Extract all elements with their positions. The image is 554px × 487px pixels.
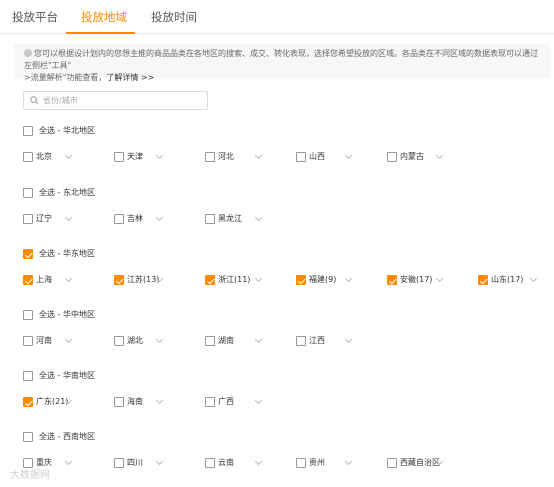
province-checkbox[interactable] bbox=[205, 275, 215, 285]
province-checkbox[interactable] bbox=[114, 214, 124, 224]
province-checkbox[interactable] bbox=[205, 152, 215, 162]
province-label[interactable]: 西藏自治区 bbox=[400, 458, 440, 468]
active-tab-indicator bbox=[66, 32, 135, 34]
province-checkbox[interactable] bbox=[205, 397, 215, 407]
select-all-checkbox[interactable] bbox=[23, 371, 33, 381]
chevron-down-icon[interactable] bbox=[155, 396, 164, 405]
notice-text: 您可以根据设计划内的您想主推的商品品类在各地区的搜索、成交、转化表现，选择您希望… bbox=[24, 49, 538, 70]
watermark: 大数据网 bbox=[10, 470, 50, 481]
province-checkbox[interactable] bbox=[114, 336, 124, 346]
province-checkbox[interactable] bbox=[296, 152, 306, 162]
province-checkbox[interactable] bbox=[296, 336, 306, 346]
province-label[interactable]: 湖北 bbox=[127, 336, 143, 346]
chevron-down-icon[interactable] bbox=[155, 335, 164, 344]
province-label[interactable]: 内蒙古 bbox=[400, 152, 424, 162]
search-input[interactable] bbox=[43, 93, 203, 108]
chevron-down-icon[interactable] bbox=[254, 274, 263, 283]
province-label[interactable]: 河南 bbox=[36, 336, 52, 346]
province-label[interactable]: 山东(17) bbox=[491, 275, 523, 285]
select-all-checkbox[interactable] bbox=[23, 249, 33, 259]
province-checkbox[interactable] bbox=[387, 458, 397, 468]
region-select-all-label[interactable]: 全选 - 华中地区 bbox=[39, 310, 95, 320]
chevron-down-icon[interactable] bbox=[64, 274, 73, 283]
chevron-down-icon[interactable] bbox=[254, 457, 263, 466]
chevron-down-icon[interactable] bbox=[64, 213, 73, 222]
chevron-down-icon[interactable] bbox=[254, 335, 263, 344]
region-select-all-label[interactable]: 全选 - 东北地区 bbox=[39, 188, 95, 198]
province-checkbox[interactable] bbox=[296, 458, 306, 468]
chevron-down-icon[interactable] bbox=[529, 274, 538, 283]
chevron-down-icon[interactable] bbox=[254, 396, 263, 405]
chevron-down-icon[interactable] bbox=[155, 213, 164, 222]
info-notice: 您可以根据设计划内的您想主推的商品品类在各地区的搜索、成交、转化表现，选择您希望… bbox=[14, 44, 550, 82]
province-checkbox[interactable] bbox=[114, 152, 124, 162]
search-box bbox=[23, 91, 208, 110]
province-label[interactable]: 四川 bbox=[127, 458, 143, 468]
tab-region[interactable]: 投放地域 bbox=[81, 9, 127, 25]
chevron-down-icon[interactable] bbox=[435, 151, 444, 160]
province-label[interactable]: 江西 bbox=[309, 336, 325, 346]
chevron-down-icon[interactable] bbox=[64, 335, 73, 344]
province-label[interactable]: 辽宁 bbox=[36, 214, 52, 224]
province-label[interactable]: 吉林 bbox=[127, 214, 143, 224]
province-checkbox[interactable] bbox=[205, 458, 215, 468]
chevron-down-icon[interactable] bbox=[435, 274, 444, 283]
province-label[interactable]: 贵州 bbox=[309, 458, 325, 468]
tab-platform[interactable]: 投放平台 bbox=[12, 9, 58, 25]
province-label[interactable]: 浙江(11) bbox=[218, 275, 250, 285]
tab-time[interactable]: 投放时间 bbox=[151, 9, 197, 25]
province-checkbox[interactable] bbox=[387, 152, 397, 162]
region-select-all-label[interactable]: 全选 - 华东地区 bbox=[39, 249, 95, 259]
province-checkbox[interactable] bbox=[23, 397, 33, 407]
province-checkbox[interactable] bbox=[296, 275, 306, 285]
chevron-down-icon[interactable] bbox=[155, 457, 164, 466]
province-checkbox[interactable] bbox=[387, 275, 397, 285]
province-label[interactable]: 江苏(13) bbox=[127, 275, 159, 285]
province-label[interactable]: 广东(21) bbox=[36, 397, 68, 407]
province-checkbox[interactable] bbox=[205, 214, 215, 224]
province-label[interactable]: 广西 bbox=[218, 397, 234, 407]
chevron-down-icon[interactable] bbox=[64, 151, 73, 160]
province-label[interactable]: 山西 bbox=[309, 152, 325, 162]
select-all-checkbox[interactable] bbox=[23, 310, 33, 320]
tab-bar: 投放平台 投放地域 投放时间 bbox=[0, 0, 554, 34]
chevron-down-icon[interactable] bbox=[344, 335, 353, 344]
province-checkbox[interactable] bbox=[23, 275, 33, 285]
province-label[interactable]: 天津 bbox=[127, 152, 143, 162]
province-checkbox[interactable] bbox=[23, 336, 33, 346]
select-all-checkbox[interactable] bbox=[23, 126, 33, 136]
province-checkbox[interactable] bbox=[478, 275, 488, 285]
region-select-all-label[interactable]: 全选 - 西南地区 bbox=[39, 432, 95, 442]
select-all-checkbox[interactable] bbox=[23, 188, 33, 198]
province-checkbox[interactable] bbox=[23, 152, 33, 162]
province-checkbox[interactable] bbox=[114, 397, 124, 407]
region-select-all-label[interactable]: 全选 - 华南地区 bbox=[39, 371, 95, 381]
province-checkbox[interactable] bbox=[23, 214, 33, 224]
province-label[interactable]: 云南 bbox=[218, 458, 234, 468]
info-icon bbox=[24, 49, 32, 57]
province-checkbox[interactable] bbox=[114, 458, 124, 468]
notice-text-line2: >流量解析"功能查看， bbox=[24, 73, 107, 82]
select-all-checkbox[interactable] bbox=[23, 432, 33, 442]
province-label[interactable]: 黑龙江 bbox=[218, 214, 242, 224]
region-select-all-label[interactable]: 全选 - 华北地区 bbox=[39, 126, 95, 136]
chevron-down-icon[interactable] bbox=[155, 151, 164, 160]
chevron-down-icon[interactable] bbox=[254, 151, 263, 160]
province-label[interactable]: 河北 bbox=[218, 152, 234, 162]
province-label[interactable]: 北京 bbox=[36, 152, 52, 162]
chevron-down-icon[interactable] bbox=[344, 457, 353, 466]
chevron-down-icon[interactable] bbox=[64, 457, 73, 466]
province-checkbox[interactable] bbox=[205, 336, 215, 346]
province-label[interactable]: 福建(9) bbox=[309, 275, 336, 285]
province-label[interactable]: 上海 bbox=[36, 275, 52, 285]
chevron-down-icon[interactable] bbox=[344, 151, 353, 160]
province-label[interactable]: 安徽(17) bbox=[400, 275, 432, 285]
province-label[interactable]: 湖南 bbox=[218, 336, 234, 346]
chevron-down-icon[interactable] bbox=[254, 213, 263, 222]
search-icon bbox=[30, 96, 39, 105]
province-checkbox[interactable] bbox=[114, 275, 124, 285]
learn-more-link[interactable]: 了解详情 >> bbox=[106, 73, 154, 82]
chevron-down-icon[interactable] bbox=[344, 274, 353, 283]
province-label[interactable]: 海南 bbox=[127, 397, 143, 407]
